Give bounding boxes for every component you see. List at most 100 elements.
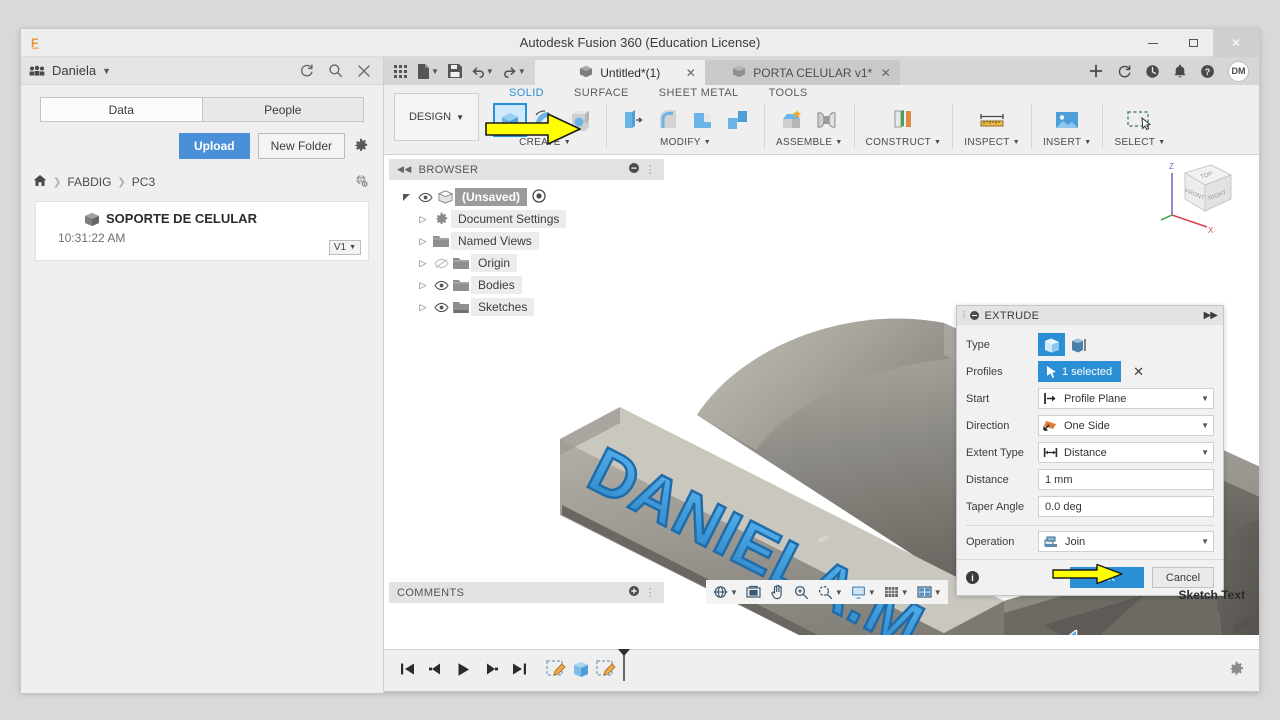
close-icon[interactable]: ✕ [686, 66, 696, 80]
expand-icon[interactable]: ▶▶ [1204, 310, 1218, 321]
breadcrumb-item-pc3[interactable]: PC3 [132, 175, 155, 189]
ribbon-group-label[interactable]: INSERT ▼ [1043, 137, 1092, 148]
display-settings-icon[interactable]: ▼ [848, 581, 878, 603]
sweep-icon[interactable] [565, 105, 595, 135]
clear-selection-icon[interactable]: ✕ [1133, 364, 1144, 380]
ribbon-tab-solid[interactable]: SOLID [494, 87, 559, 99]
orbit-icon[interactable]: ▼ [710, 581, 740, 603]
joint-icon[interactable] [812, 105, 842, 135]
tree-node-bodies[interactable]: ▷ Bodies [389, 274, 664, 296]
clock-icon[interactable] [1145, 64, 1160, 79]
extrude-node-icon[interactable] [570, 659, 592, 682]
panel-grip[interactable]: ⋮ [645, 586, 656, 599]
extrude-solid-icon[interactable] [1038, 333, 1065, 356]
undo-icon[interactable]: ▼ [468, 60, 497, 82]
expand-arrow-icon[interactable]: ▷ [415, 280, 431, 291]
look-at-icon[interactable] [743, 581, 764, 603]
save-icon[interactable] [445, 60, 465, 82]
redo-icon[interactable]: ▼ [500, 60, 529, 82]
info-icon[interactable]: i [966, 571, 979, 584]
bell-icon[interactable] [1173, 64, 1187, 79]
viewport-3d[interactable]: DANIELA.M ◀◀ BROWSER ⋮ (Unsaved) ▷ Docum… [384, 155, 1259, 635]
refresh-icon[interactable] [299, 63, 314, 78]
ribbon-group-label[interactable]: MODIFY ▼ [660, 137, 711, 148]
ribbon-tab-surface[interactable]: SURFACE [559, 87, 644, 99]
tab-data[interactable]: Data [41, 98, 202, 121]
distance-input[interactable]: 1 mm [1038, 469, 1214, 490]
fit-icon[interactable]: ▼ [815, 581, 845, 603]
visibility-eye-icon[interactable] [415, 192, 435, 203]
document-tab-untitled[interactable]: Untitled*(1) ✕ [534, 60, 705, 85]
expand-arrow-icon[interactable]: ▷ [415, 302, 431, 313]
view-cube[interactable]: TOP FRONT RIGHT Z X [1155, 157, 1241, 237]
press-pull-icon[interactable] [618, 105, 648, 135]
chevron-down-icon[interactable]: ▼ [102, 66, 111, 76]
ribbon-group-label[interactable]: CREATE ▼ [519, 137, 571, 148]
tree-node-named-views[interactable]: ▷ Named Views [389, 230, 664, 252]
expand-arrow-icon[interactable]: ▷ [415, 214, 431, 225]
pan-icon[interactable] [767, 581, 788, 603]
ribbon-group-label[interactable]: INSPECT ▼ [964, 137, 1020, 148]
direction-dropdown[interactable]: One Side ▼ [1038, 415, 1214, 436]
zoom-icon[interactable] [791, 581, 812, 603]
timeline-marker[interactable] [617, 648, 631, 685]
visibility-eye-icon[interactable] [431, 280, 451, 291]
sync-icon[interactable] [1117, 64, 1132, 79]
document-tab-porta-celular[interactable]: PORTA CELULAR v1* ✕ [704, 60, 900, 85]
cancel-button[interactable]: Cancel [1152, 567, 1214, 588]
gear-icon[interactable] [353, 138, 369, 154]
expand-triangle-icon[interactable] [399, 192, 415, 203]
comments-panel[interactable]: COMMENTS ⋮ [389, 582, 664, 603]
collapse-icon[interactable]: ◀◀ [397, 164, 412, 175]
home-icon[interactable] [33, 174, 47, 190]
tree-node-sketches[interactable]: ▷ Sketches [389, 296, 664, 318]
shell-icon[interactable] [688, 105, 718, 135]
add-comment-icon[interactable] [628, 586, 639, 599]
visibility-eye-icon[interactable] [431, 302, 451, 313]
visibility-eye-off-icon[interactable] [431, 258, 451, 269]
breadcrumb-item-fabdig[interactable]: FABDIG [67, 175, 111, 189]
profiles-selection[interactable]: 1 selected [1038, 361, 1122, 382]
tree-node-unsaved[interactable]: (Unsaved) [389, 186, 664, 208]
extrude-dialog-header[interactable]: ⦙ EXTRUDE ▶▶ [957, 306, 1223, 325]
ok-button[interactable]: OK [1070, 567, 1144, 588]
combine-icon[interactable] [723, 105, 753, 135]
ribbon-tab-sheet-metal[interactable]: SHEET METAL [644, 87, 754, 99]
sketch-node-icon[interactable] [545, 659, 567, 682]
revolve-icon[interactable] [530, 105, 560, 135]
plus-icon[interactable] [1088, 63, 1104, 79]
expand-arrow-icon[interactable]: ▷ [415, 258, 431, 269]
version-badge[interactable]: V1 ▼ [328, 240, 361, 255]
avatar[interactable]: DM [1228, 60, 1249, 82]
grid-icon[interactable] [390, 60, 411, 82]
dialog-grip[interactable]: ⦙ [963, 310, 966, 321]
fillet-icon[interactable] [653, 105, 683, 135]
tab-people[interactable]: People [201, 98, 364, 121]
go-to-beginning-icon[interactable] [400, 662, 415, 679]
ribbon-group-label[interactable]: ASSEMBLE ▼ [776, 137, 843, 148]
tree-node-document-settings[interactable]: ▷ Document Settings [389, 208, 664, 230]
sketch-node-icon[interactable] [595, 659, 617, 682]
panel-grip[interactable]: ⋮ [645, 163, 656, 176]
activate-component-icon[interactable] [532, 188, 546, 206]
taper-angle-input[interactable]: 0.0 deg [1038, 496, 1214, 517]
search-icon[interactable] [328, 63, 343, 78]
extent-type-dropdown[interactable]: Distance ▼ [1038, 442, 1214, 463]
upload-button[interactable]: Upload [178, 133, 250, 159]
new-file-icon[interactable]: ▼ [414, 60, 442, 82]
expand-arrow-icon[interactable]: ▷ [415, 236, 431, 247]
user-name[interactable]: Daniela [52, 63, 96, 78]
step-forward-icon[interactable] [484, 662, 499, 679]
play-icon[interactable] [456, 662, 471, 680]
new-component-icon[interactable] [777, 105, 807, 135]
select-window-icon[interactable] [1125, 105, 1155, 135]
workspace-switcher[interactable]: DESIGN ▼ [394, 93, 479, 141]
measure-icon[interactable] [977, 105, 1007, 135]
step-back-icon[interactable] [428, 662, 443, 679]
extrude-icon[interactable] [493, 103, 527, 137]
viewports-icon[interactable]: ▼ [914, 581, 944, 603]
minimize-button[interactable] [1133, 29, 1173, 57]
new-folder-button[interactable]: New Folder [257, 133, 345, 159]
close-button[interactable]: ✕ [1213, 29, 1259, 57]
gear-icon[interactable] [1228, 661, 1259, 681]
